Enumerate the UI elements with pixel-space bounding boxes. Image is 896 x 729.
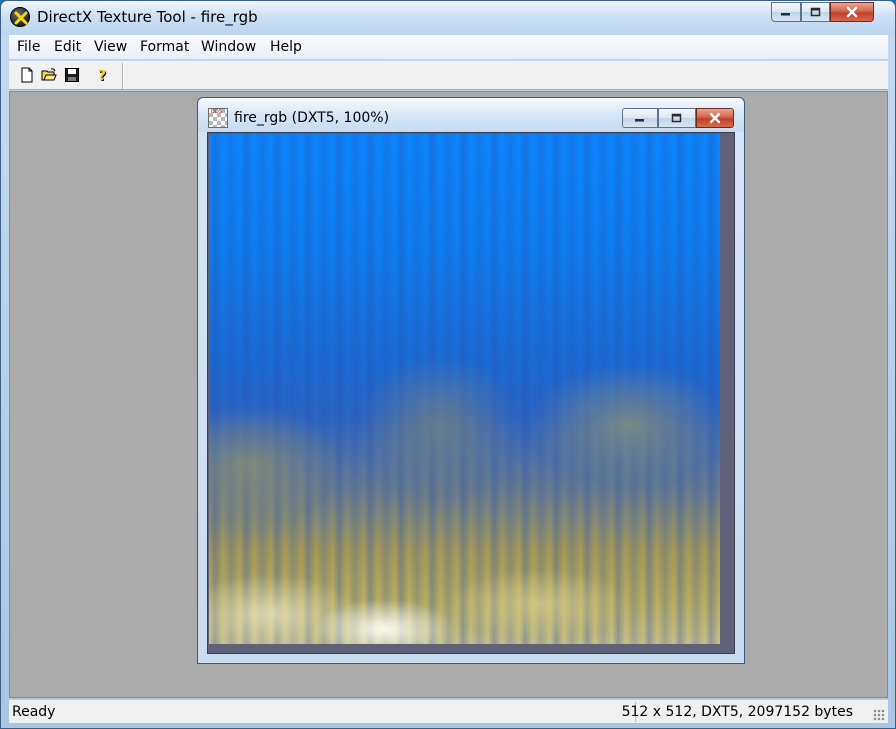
close-icon	[846, 6, 858, 18]
menu-window[interactable]: Window	[201, 39, 256, 55]
dds-texture-icon[interactable]: DDS	[208, 108, 228, 128]
maximize-icon	[671, 113, 682, 123]
status-bar: Ready 512 x 512, DXT5, 2097152 bytes	[9, 699, 888, 723]
dds-icon-tag: DDS	[211, 109, 222, 115]
close-icon	[709, 112, 721, 124]
svg-text:?: ?	[98, 68, 106, 83]
menu-file[interactable]: File	[17, 39, 40, 55]
texture-viewport[interactable]	[207, 132, 735, 654]
menu-view[interactable]: View	[94, 39, 127, 55]
minimize-icon	[635, 119, 644, 122]
document-close-button[interactable]	[696, 108, 734, 128]
toolbar-separator	[122, 63, 124, 89]
window-title: DirectX Texture Tool - fire_rgb	[37, 8, 258, 26]
document-minimize-button[interactable]	[622, 108, 658, 128]
menu-help[interactable]: Help	[270, 39, 302, 55]
menu-bar: File Edit View Format Window Help	[9, 35, 888, 60]
directx-x-icon[interactable]	[10, 7, 30, 27]
help-question-icon[interactable]: ? ?	[95, 67, 111, 83]
menu-edit[interactable]: Edit	[54, 39, 81, 55]
maximize-button[interactable]	[801, 2, 830, 22]
resize-grip[interactable]	[873, 709, 885, 721]
document-title-bar[interactable]: DDS fire_rgb (DXT5, 100%)	[198, 98, 744, 132]
minimize-icon	[781, 13, 790, 16]
texture-info: 512 x 512, DXT5, 2097152 bytes	[621, 704, 853, 720]
save-disk-icon[interactable]	[64, 67, 80, 83]
maximize-icon	[810, 7, 820, 17]
document-title: fire_rgb (DXT5, 100%)	[234, 110, 390, 126]
document-restore-button[interactable]	[658, 108, 696, 128]
new-file-icon[interactable]	[19, 67, 35, 83]
minimize-button[interactable]	[771, 2, 801, 22]
menu-format[interactable]: Format	[140, 39, 189, 55]
title-bar[interactable]: DirectX Texture Tool - fire_rgb	[1, 1, 895, 35]
open-folder-icon[interactable]	[41, 67, 57, 83]
main-window: DirectX Texture Tool - fire_rgb File Edi…	[0, 0, 896, 729]
close-button[interactable]	[830, 2, 874, 22]
texture-document-window: DDS fire_rgb (DXT5, 100%)	[197, 97, 745, 664]
toolbar: ? ?	[9, 61, 888, 90]
status-text: Ready	[12, 704, 56, 720]
fire-texture-image	[209, 134, 720, 644]
